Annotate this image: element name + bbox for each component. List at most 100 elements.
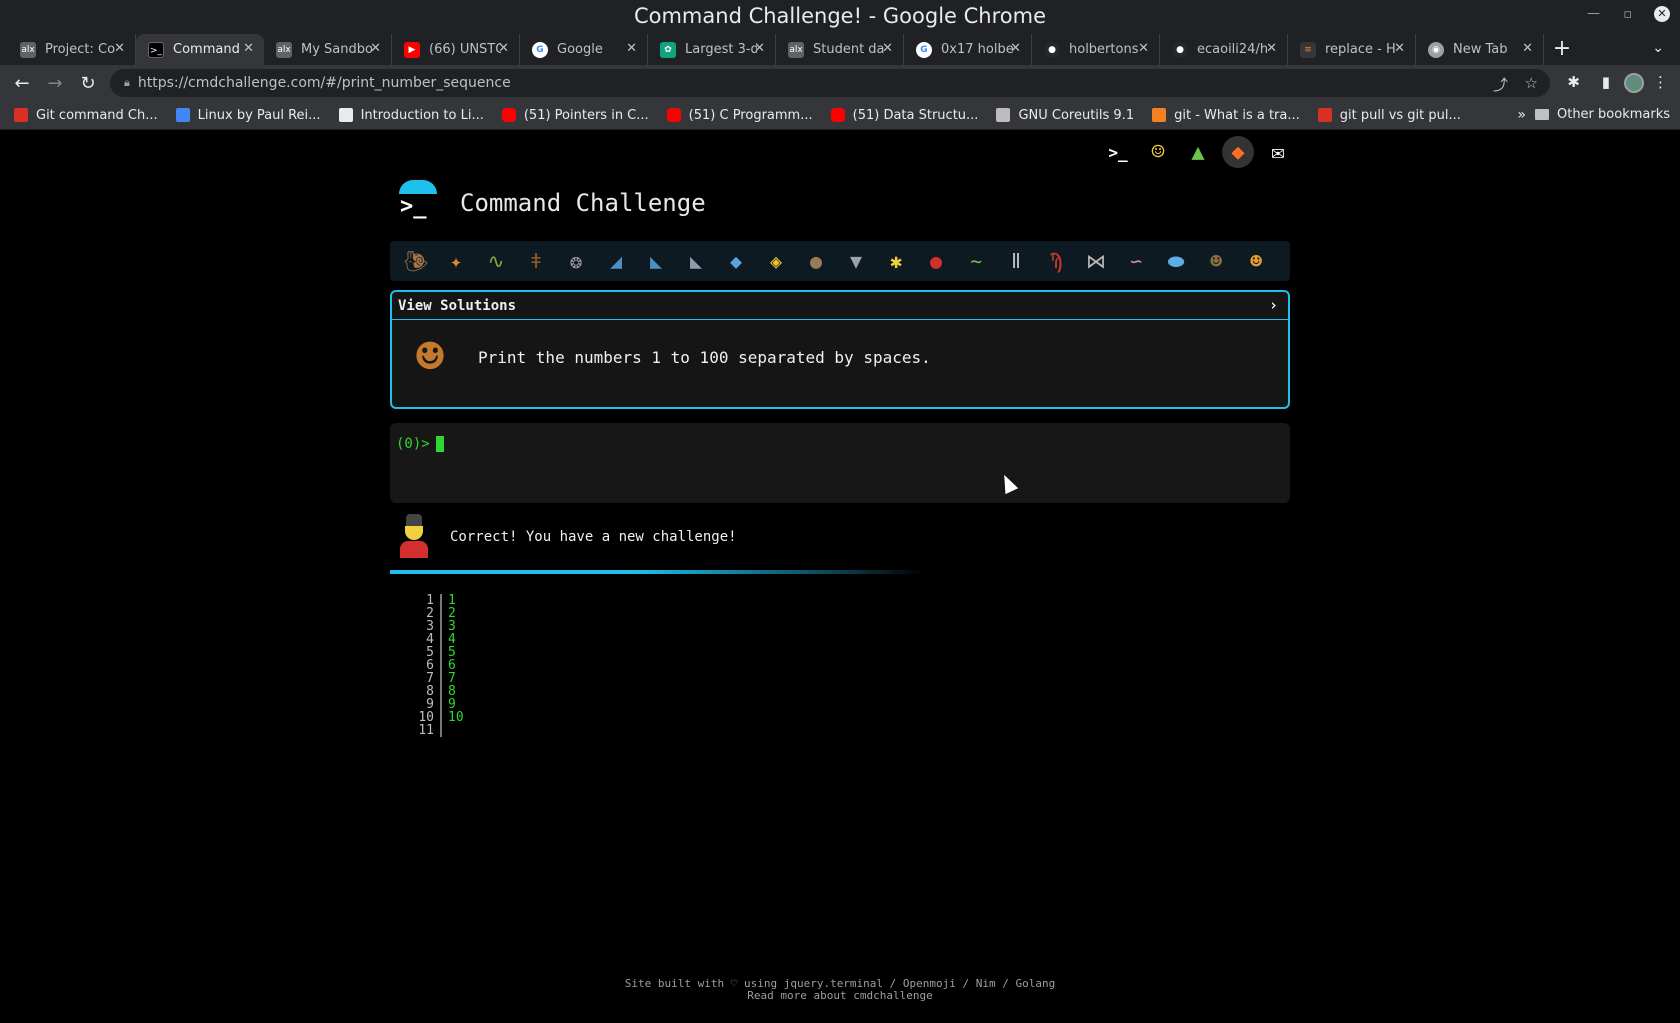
forward-arrow-icon[interactable]: →: [44, 73, 66, 94]
tab-active[interactable]: >_ Command ✕: [136, 34, 264, 65]
bookmark-item[interactable]: (51) Data Structu...: [830, 107, 979, 123]
more-bookmarks-chevron-icon[interactable]: »: [1517, 107, 1526, 123]
ladybug-icon[interactable]: ●: [916, 241, 956, 281]
lizard-icon[interactable]: ∼: [956, 241, 996, 281]
close-tab-icon[interactable]: ✕: [1522, 41, 1533, 56]
close-window-button[interactable]: ✕: [1654, 6, 1670, 22]
tab[interactable]: G 0x17 holbe ✕: [904, 34, 1032, 65]
dolphin-icon[interactable]: ◣: [636, 241, 676, 281]
tab[interactable]: ● holbertons ✕: [1032, 34, 1160, 65]
tree-icon[interactable]: ▲: [1182, 136, 1214, 168]
address-bar[interactable]: 🔒︎ https://cmdchallenge.com/#/print_numb…: [110, 69, 1550, 97]
youtube-icon: [501, 108, 516, 122]
terminal-prompt: (0)>: [396, 436, 430, 452]
tab[interactable]: ✿ Largest 3-d ✕: [648, 34, 776, 65]
bookmark-label: Git command Ch...: [36, 107, 158, 123]
tab[interactable]: ≡ replace - H ✕: [1288, 34, 1416, 65]
bookmark-star-icon[interactable]: ☆: [1525, 74, 1538, 92]
extensions-icon[interactable]: ✱: [1567, 73, 1580, 91]
caterpillar-icon[interactable]: ∿: [476, 241, 516, 281]
new-tab-button[interactable]: +: [1544, 34, 1580, 65]
bookmark-item[interactable]: GNU Coreutils 9.1: [996, 108, 1134, 123]
tab[interactable]: alx Project: Co ✕: [8, 34, 136, 65]
microbe-icon[interactable]: ⬬: [1156, 241, 1196, 281]
bookmark-item[interactable]: Linux by Paul Rei...: [175, 108, 321, 123]
tab[interactable]: G Google ✕: [520, 34, 648, 65]
close-tab-icon[interactable]: ✕: [1138, 41, 1149, 56]
scorpion-icon[interactable]: Ϡ: [1036, 241, 1076, 281]
dolphin-icon[interactable]: ◣: [676, 241, 716, 281]
back-arrow-icon[interactable]: ←: [11, 73, 33, 94]
footer-read-more-link[interactable]: Read more about cmdchallenge: [0, 990, 1680, 1002]
bookmark-item[interactable]: Git command Ch...: [14, 108, 158, 123]
monkey-icon[interactable]: ☻: [1196, 241, 1236, 281]
side-panel-icon[interactable]: ▮: [1602, 73, 1610, 91]
tab-label: Student da: [813, 42, 885, 57]
bookmark-item[interactable]: (51) Pointers in C...: [501, 108, 649, 123]
maximize-button[interactable]: ▫: [1623, 7, 1632, 22]
site-brand[interactable]: >_ Command Challenge: [396, 180, 706, 226]
reload-icon[interactable]: ↻: [77, 73, 99, 94]
other-bookmarks[interactable]: Other bookmarks: [1534, 107, 1670, 122]
gitlab-icon[interactable]: ◆: [1222, 136, 1254, 168]
bookmark-label: (51) Data Structu...: [852, 107, 979, 123]
view-solutions-toggle[interactable]: View Solutions ›: [392, 292, 1288, 320]
bookmark-item[interactable]: git - What is a tra...: [1152, 108, 1300, 123]
terminal-input[interactable]: (0)>: [390, 423, 1290, 503]
tab[interactable]: ▶ (66) UNSTO ✕: [392, 34, 520, 65]
close-tab-icon[interactable]: ✕: [626, 41, 637, 56]
close-tab-icon[interactable]: ✕: [370, 41, 381, 56]
google-icon: G: [532, 41, 548, 58]
tab[interactable]: alx My Sandbo ✕: [264, 34, 392, 65]
spider-web-icon[interactable]: ❂: [556, 241, 596, 281]
mosquito-icon[interactable]: ǁ: [996, 241, 1036, 281]
youtube-icon: [830, 108, 845, 122]
tab[interactable]: alx Student da ✕: [776, 34, 904, 65]
close-tab-icon[interactable]: ✕: [754, 41, 765, 56]
site-footer: Site built with ♡ using jquery.terminal …: [0, 978, 1680, 1002]
bird-icon: [1317, 108, 1332, 122]
tab[interactable]: ● ecaoili24/h ✕: [1160, 34, 1288, 65]
tropical-fish-icon[interactable]: ◈: [756, 241, 796, 281]
blowfish-icon[interactable]: ●: [796, 241, 836, 281]
fish-icon[interactable]: ◆: [716, 241, 756, 281]
email-icon[interactable]: ✉: [1262, 136, 1294, 168]
minimize-button[interactable]: —: [1587, 6, 1600, 21]
ant-icon[interactable]: ǂ: [516, 241, 556, 281]
bookmark-item[interactable]: git pull vs git pul...: [1317, 108, 1461, 123]
bird-icon: [14, 108, 28, 122]
close-tab-icon[interactable]: ✕: [114, 41, 125, 56]
terminal-logo-icon[interactable]: >_: [1102, 136, 1134, 168]
close-tab-icon[interactable]: ✕: [243, 41, 254, 56]
profile-avatar[interactable]: [1624, 73, 1644, 93]
menu-kebab-icon[interactable]: ⋮: [1653, 73, 1668, 91]
github-icon: ●: [1172, 41, 1188, 58]
worm-icon[interactable]: ∽: [1116, 241, 1156, 281]
butterfly-icon[interactable]: ✦: [436, 241, 476, 281]
close-tab-icon[interactable]: ✕: [1010, 41, 1021, 56]
fly-icon[interactable]: ⋈: [1076, 241, 1116, 281]
close-tab-icon[interactable]: ✕: [1266, 41, 1277, 56]
snail-icon[interactable]: 🐌︎: [396, 241, 436, 281]
close-tab-icon[interactable]: ✕: [882, 41, 893, 56]
tab-search-chevron-icon[interactable]: ⌄: [1652, 40, 1664, 56]
url-text: https://cmdchallenge.com/#/print_number_…: [137, 75, 511, 91]
share-icon[interactable]: ⤴: [1493, 74, 1508, 95]
hint-face-icon[interactable]: ☺: [1142, 136, 1174, 168]
tab-label: Command: [173, 42, 240, 57]
bookmark-item[interactable]: (51) C Programm...: [666, 107, 813, 123]
bookmark-item[interactable]: Introduction to Li...: [338, 108, 484, 123]
alx-icon: alx: [788, 41, 804, 58]
bee-icon[interactable]: ✱: [876, 241, 916, 281]
close-tab-icon[interactable]: ✕: [1394, 41, 1405, 56]
close-tab-icon[interactable]: ✕: [498, 41, 509, 56]
dog-icon[interactable]: ☻: [1236, 241, 1276, 281]
shark-icon[interactable]: ◢: [596, 241, 636, 281]
tab[interactable]: ◉ New Tab ✕: [1416, 34, 1544, 65]
lock-icon[interactable]: 🔒︎: [124, 76, 130, 90]
bookmark-label: (51) C Programm...: [688, 107, 813, 123]
bookmark-label: GNU Coreutils 9.1: [1018, 107, 1135, 123]
chatgpt-icon: ✿: [660, 41, 676, 58]
terminal-cursor: [435, 436, 444, 452]
wolf-icon[interactable]: ▼: [836, 241, 876, 281]
